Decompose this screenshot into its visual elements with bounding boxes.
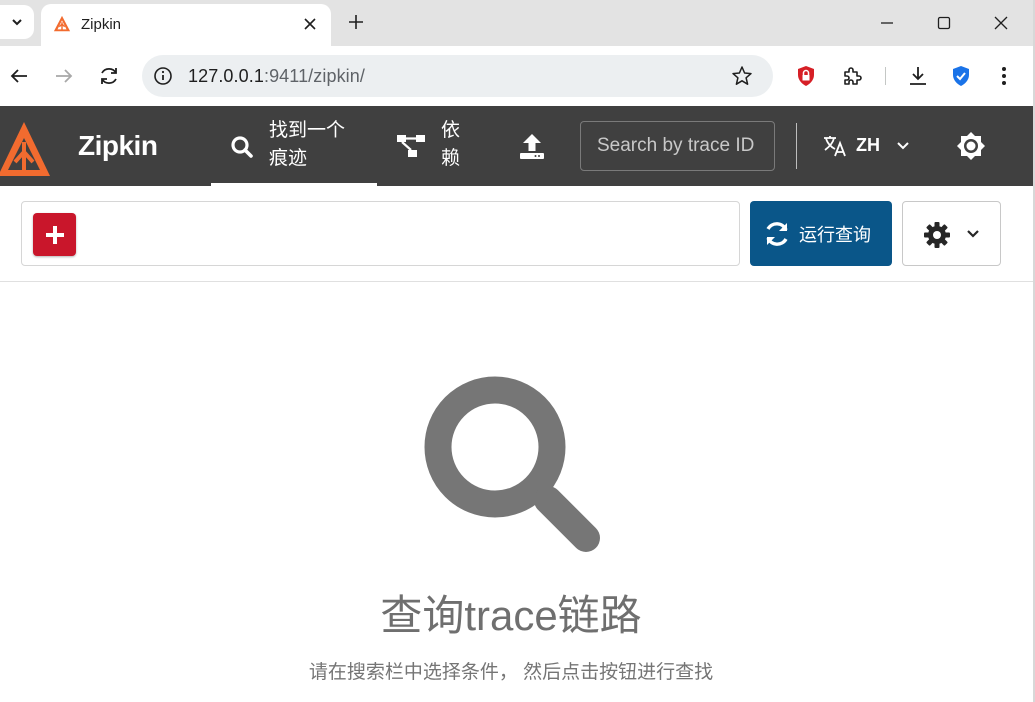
toolbar-divider: [885, 67, 886, 85]
app-header: Zipkin 找到一个痕迹 依赖 ZH: [0, 106, 1033, 186]
translate-icon: [824, 136, 846, 157]
close-icon: [304, 18, 316, 30]
address-bar[interactable]: 127.0.0.1:9411/zipkin/: [142, 55, 773, 97]
chevron-down-icon: [967, 230, 979, 238]
tab-bar: Zipkin: [0, 0, 1033, 46]
nav-dependencies-label: 依赖: [441, 120, 461, 169]
chevron-down-icon: [12, 19, 22, 26]
empty-state-title: 查询trace链路: [380, 592, 642, 639]
plus-icon: [349, 15, 363, 29]
nav-find-trace-label: 找到一个痕迹: [269, 120, 346, 169]
plus-icon: [45, 225, 64, 244]
dependencies-icon: [397, 135, 425, 157]
query-criteria-bar[interactable]: [21, 201, 740, 266]
nav-dependencies[interactable]: 依赖: [386, 106, 486, 186]
query-settings-button[interactable]: [902, 201, 1001, 266]
extension-shield-icon: [798, 66, 814, 86]
theme-toggle-button[interactable]: [952, 127, 990, 165]
download-icon: [910, 67, 926, 85]
close-tab-button[interactable]: [299, 13, 321, 35]
security-shield-icon: [953, 66, 969, 86]
zipkin-logo-icon: [53, 15, 71, 32]
new-tab-button[interactable]: [343, 9, 369, 35]
header-divider: [796, 123, 797, 169]
forward-icon: [56, 69, 73, 83]
content-divider: [0, 281, 1033, 282]
zipkin-logo-icon[interactable]: [0, 120, 54, 178]
security-extension-button[interactable]: [946, 61, 976, 91]
bookmark-star-icon: [732, 66, 752, 85]
forward-button[interactable]: [49, 61, 79, 91]
extensions-button[interactable]: [837, 61, 867, 91]
browser-window: Zipkin 127.0.0.1:9411/zipkin/ Zipkin 找到一…: [0, 0, 1035, 702]
downloads-button[interactable]: [903, 61, 933, 91]
refresh-icon: [766, 222, 788, 246]
site-info-button[interactable]: [152, 65, 174, 87]
bookmark-button[interactable]: [730, 64, 754, 88]
tab-title: Zipkin: [81, 16, 122, 33]
brand-name[interactable]: Zipkin: [78, 130, 158, 162]
active-nav-indicator: [211, 183, 377, 186]
chevron-down-icon: [897, 142, 909, 150]
url-host: 127.0.0.1: [188, 66, 264, 86]
maximize-button[interactable]: [929, 8, 959, 38]
browser-toolbar: 127.0.0.1:9411/zipkin/: [0, 46, 1033, 106]
brightness-icon: [957, 132, 985, 160]
magnifier-icon: [424, 376, 600, 552]
back-icon: [10, 69, 27, 83]
url-path: :9411/zipkin/: [263, 66, 365, 86]
minimize-button[interactable]: [872, 8, 902, 38]
run-query-button[interactable]: 运行查询: [750, 201, 892, 266]
nav-upload[interactable]: [505, 106, 561, 186]
maximize-icon: [937, 16, 951, 30]
reload-icon: [101, 67, 117, 85]
upload-icon: [520, 134, 544, 159]
close-icon: [994, 16, 1008, 30]
run-query-label: 运行查询: [799, 225, 871, 245]
add-criteria-button[interactable]: [33, 213, 76, 256]
search-icon: [231, 136, 253, 158]
tab-search-button[interactable]: [0, 5, 34, 39]
more-vert-icon: [1002, 67, 1006, 85]
minimize-icon: [881, 22, 893, 24]
close-window-button[interactable]: [986, 8, 1016, 38]
language-code: ZH: [856, 135, 880, 155]
browser-menu-button[interactable]: [989, 61, 1019, 91]
back-button[interactable]: [4, 61, 34, 91]
site-info-icon: [154, 67, 172, 85]
nav-find-trace[interactable]: 找到一个痕迹: [211, 106, 377, 186]
trace-id-search-box[interactable]: [580, 121, 775, 171]
language-selector[interactable]: ZH: [820, 130, 916, 162]
gear-icon: [924, 222, 950, 248]
reload-button[interactable]: [94, 61, 124, 91]
trace-id-search-input[interactable]: [581, 122, 774, 170]
browser-tab[interactable]: Zipkin: [41, 4, 331, 46]
empty-state-description: 请在搜索栏中选择条件， 然后点击按钮进行查找: [308, 662, 714, 683]
url-text[interactable]: 127.0.0.1:9411/zipkin/: [188, 66, 365, 87]
extension-shield-button[interactable]: [791, 61, 821, 91]
extensions-puzzle-icon: [844, 67, 862, 85]
